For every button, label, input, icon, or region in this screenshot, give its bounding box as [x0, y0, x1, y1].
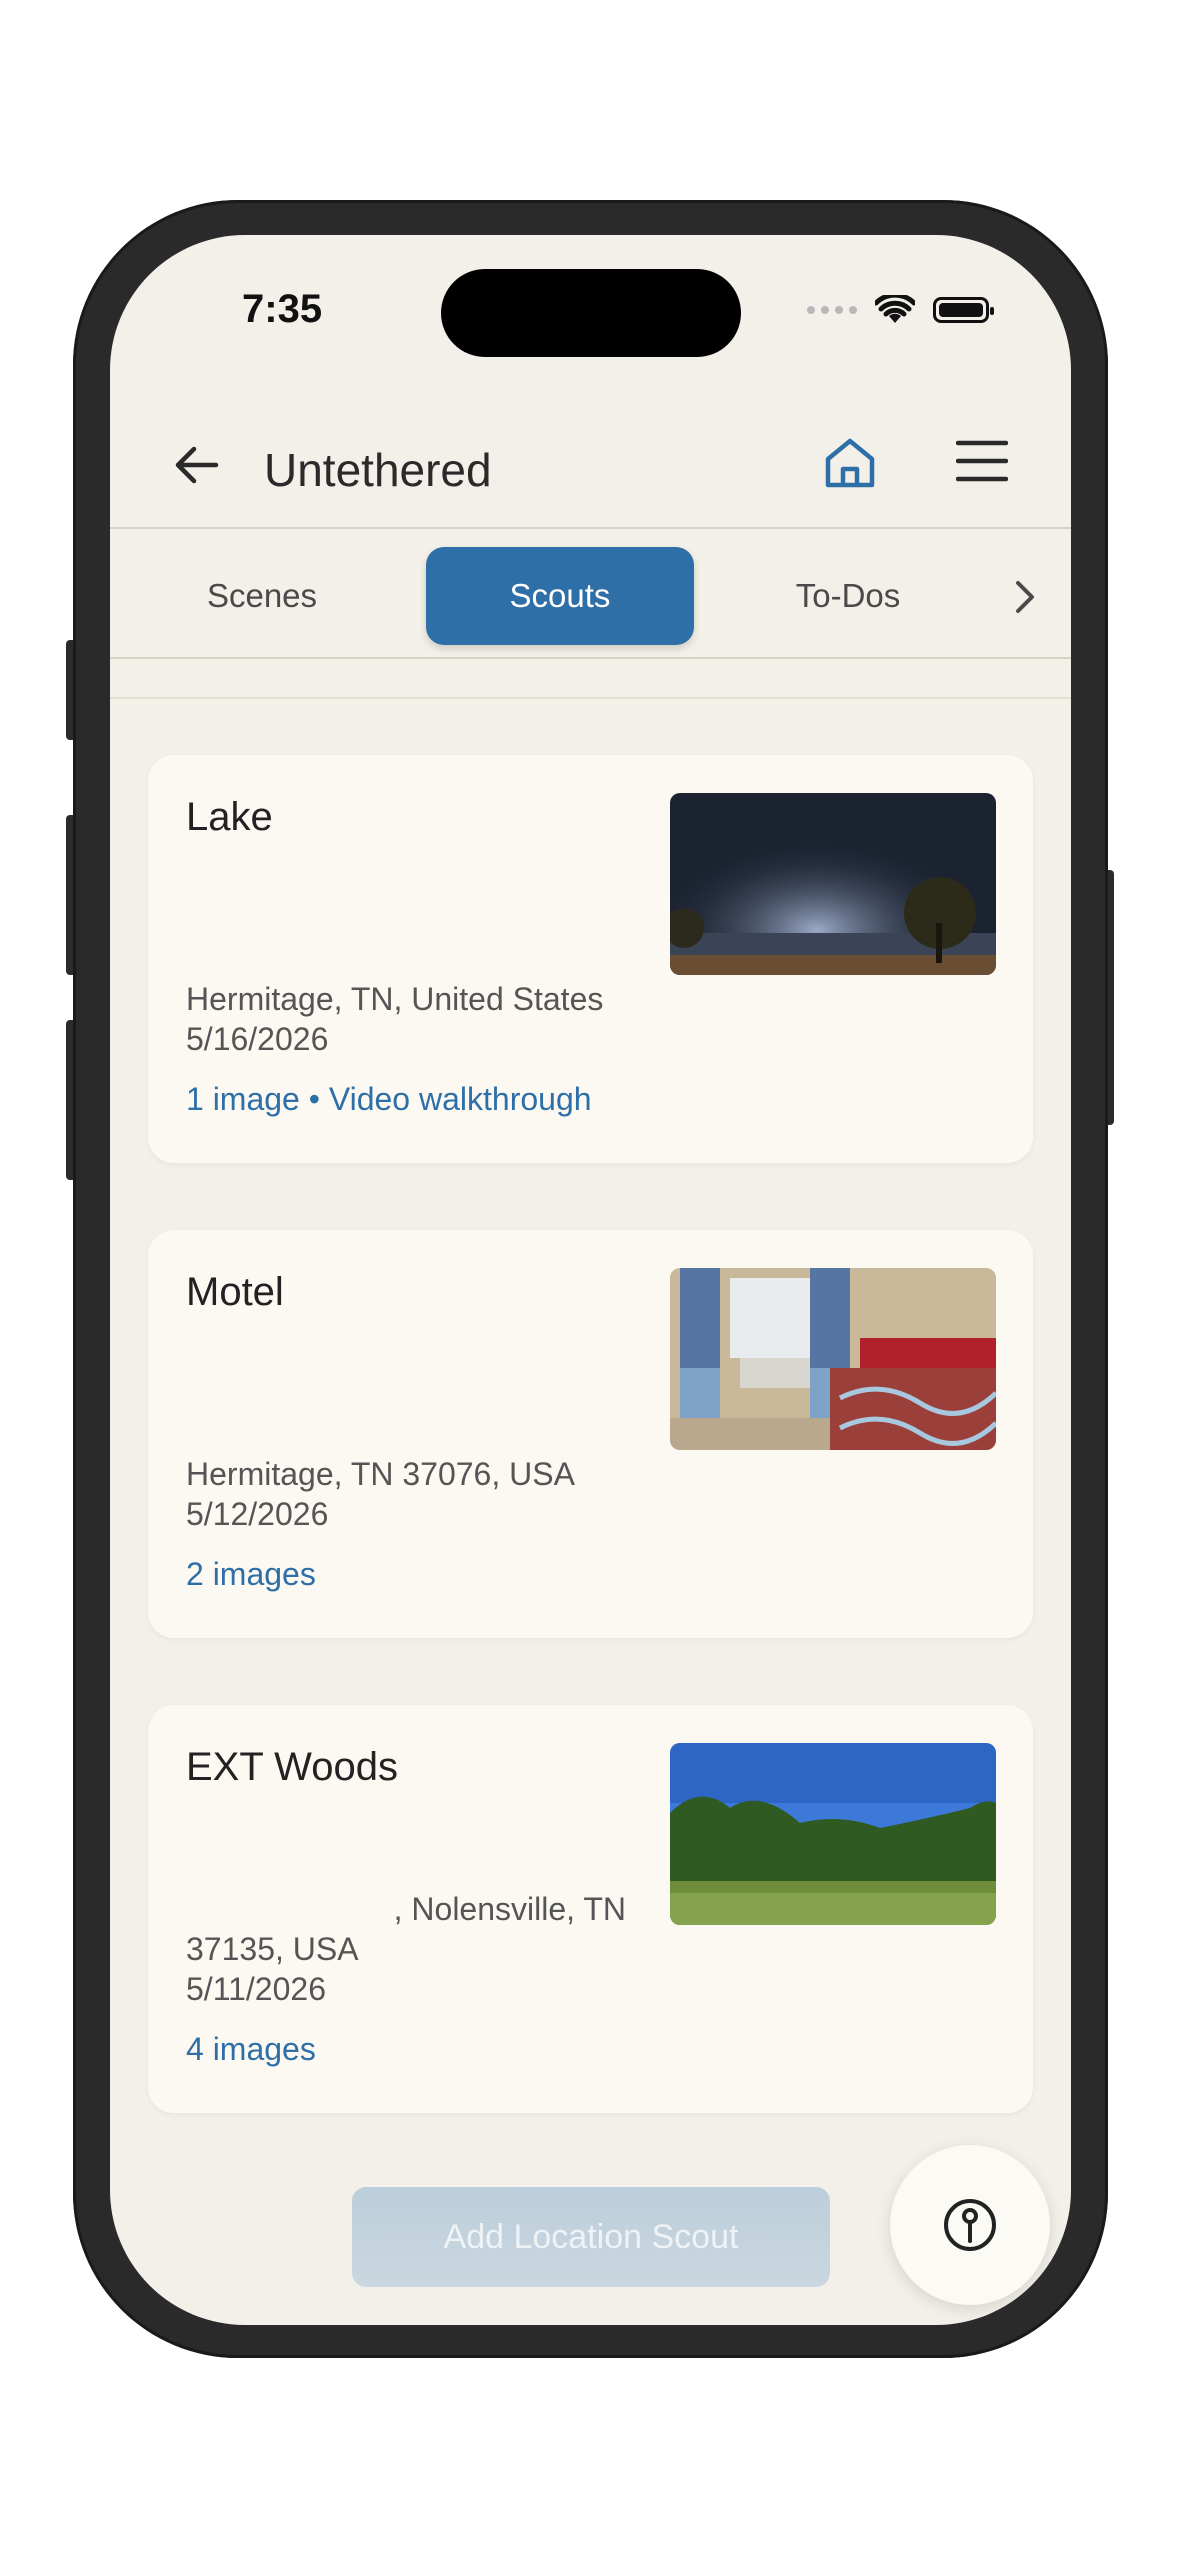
chevron-right-icon[interactable] [1010, 577, 1040, 617]
scout-card-ext-woods[interactable]: EXT Woods , Nolensville, TN 37135, USA 5… [148, 1705, 1033, 2113]
scout-date: 5/12/2026 [186, 1496, 329, 1532]
status-time: 7:35 [242, 287, 323, 331]
scout-media-summary[interactable]: 2 images [186, 1556, 316, 1593]
app-screen: 7:35 Untethered Scenes Scouts To-Dos Lak… [110, 235, 1071, 2325]
scout-date: 5/11/2026 [186, 1971, 326, 2007]
dynamic-island [441, 269, 741, 357]
list-top-divider [110, 697, 1071, 699]
header-divider [110, 527, 1071, 529]
scout-media-summary[interactable]: 1 image • Video walkthrough [186, 1081, 592, 1118]
tab-todos[interactable]: To-Dos [714, 547, 982, 645]
battery-icon [933, 297, 994, 323]
scout-address-line2: 37135, USA [186, 1931, 359, 1967]
scout-media-summary[interactable]: 4 images [186, 2031, 316, 2068]
scout-address: Hermitage, TN, United States [186, 981, 604, 1017]
signal-dots-icon [807, 306, 857, 314]
scout-card-motel[interactable]: Motel Hermitage, TN 37076, USA 5/12/2026… [148, 1230, 1033, 1638]
app-header: Untethered [110, 405, 1071, 525]
back-arrow-icon[interactable] [170, 439, 222, 491]
scout-address: Hermitage, TN 37076, USA [186, 1456, 575, 1492]
map-pin-icon [944, 2199, 996, 2251]
add-location-scout-button[interactable]: Add Location Scout [352, 2187, 830, 2287]
tab-bar: Scenes Scouts To-Dos [110, 547, 1071, 647]
scout-thumbnail[interactable] [670, 1268, 996, 1450]
scout-title: Lake [186, 795, 273, 839]
wifi-icon [875, 295, 915, 323]
tab-scouts[interactable]: Scouts [426, 547, 694, 645]
home-icon[interactable] [822, 435, 878, 491]
scout-thumbnail[interactable] [670, 1743, 996, 1925]
scout-card-lake[interactable]: Lake Hermitage, TN, United States 5/16/2… [148, 755, 1033, 1163]
scout-thumbnail[interactable] [670, 793, 996, 975]
scout-address-line1: , Nolensville, TN [393, 1891, 626, 1927]
tab-scenes[interactable]: Scenes [128, 547, 396, 645]
scout-date: 5/16/2026 [186, 1021, 329, 1057]
scout-title: EXT Woods [186, 1745, 398, 1789]
page-title: Untethered [264, 444, 492, 496]
scout-title: Motel [186, 1270, 284, 1314]
status-icons [807, 295, 994, 325]
hamburger-menu-icon[interactable] [956, 439, 1008, 483]
tabs-divider [110, 657, 1071, 659]
map-pin-fab[interactable] [890, 2145, 1050, 2305]
